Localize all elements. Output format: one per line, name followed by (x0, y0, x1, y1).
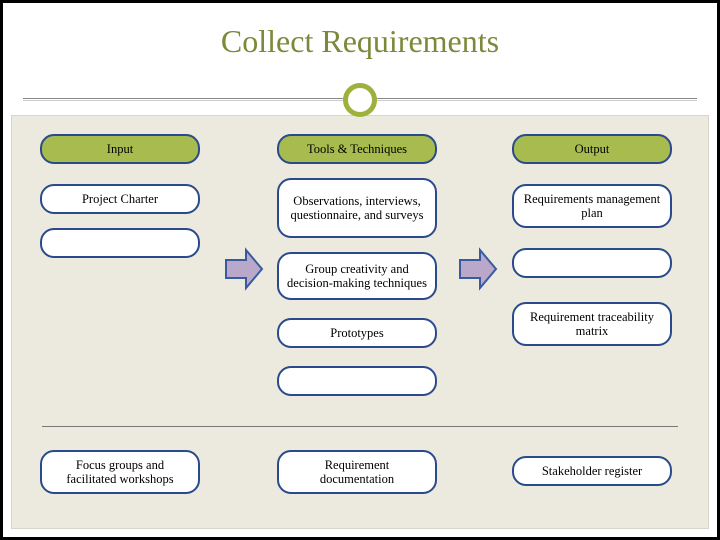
pill-blank-output (512, 248, 672, 278)
pill-label: Requirements management plan (522, 192, 662, 221)
pill-label: Group creativity and decision-making tec… (287, 262, 427, 291)
slide: Collect Requirements Input Project Chart… (3, 3, 717, 537)
pill-label: Requirement documentation (287, 458, 427, 487)
pill-group-creativity: Group creativity and decision-making tec… (277, 252, 437, 300)
arrow-right-icon (224, 246, 264, 292)
pill-label: Stakeholder register (542, 464, 642, 478)
header-label: Output (575, 142, 610, 156)
pill-label: Prototypes (330, 326, 383, 340)
pill-observations: Observations, interviews, questionnaire,… (277, 178, 437, 238)
pill-label: Observations, interviews, questionnaire,… (287, 194, 427, 223)
header-output: Output (512, 134, 672, 164)
pill-prototypes: Prototypes (277, 318, 437, 348)
header-input: Input (40, 134, 200, 164)
header-label: Input (107, 142, 133, 156)
arrow-right-icon (458, 246, 498, 292)
body-panel: Input Project Charter Focus groups and f… (11, 115, 709, 529)
pill-stakeholder-register: Stakeholder register (512, 456, 672, 486)
pill-focus-groups: Focus groups and facilitated workshops (40, 450, 200, 494)
pill-blank-tools (277, 366, 437, 396)
pill-project-charter: Project Charter (40, 184, 200, 214)
slide-title: Collect Requirements (3, 3, 717, 60)
pill-traceability-matrix: Requirement traceability matrix (512, 302, 672, 346)
circle-badge-icon (343, 83, 377, 117)
pill-req-documentation: Requirement documentation (277, 450, 437, 494)
pill-label: Requirement traceability matrix (522, 310, 662, 339)
pill-blank-input (40, 228, 200, 258)
pill-req-mgmt-plan: Requirements management plan (512, 184, 672, 228)
footer-divider (42, 426, 678, 427)
pill-label: Focus groups and facilitated workshops (50, 458, 190, 487)
pill-label: Project Charter (82, 192, 158, 206)
header-tools: Tools & Techniques (277, 134, 437, 164)
header-label: Tools & Techniques (307, 142, 407, 156)
